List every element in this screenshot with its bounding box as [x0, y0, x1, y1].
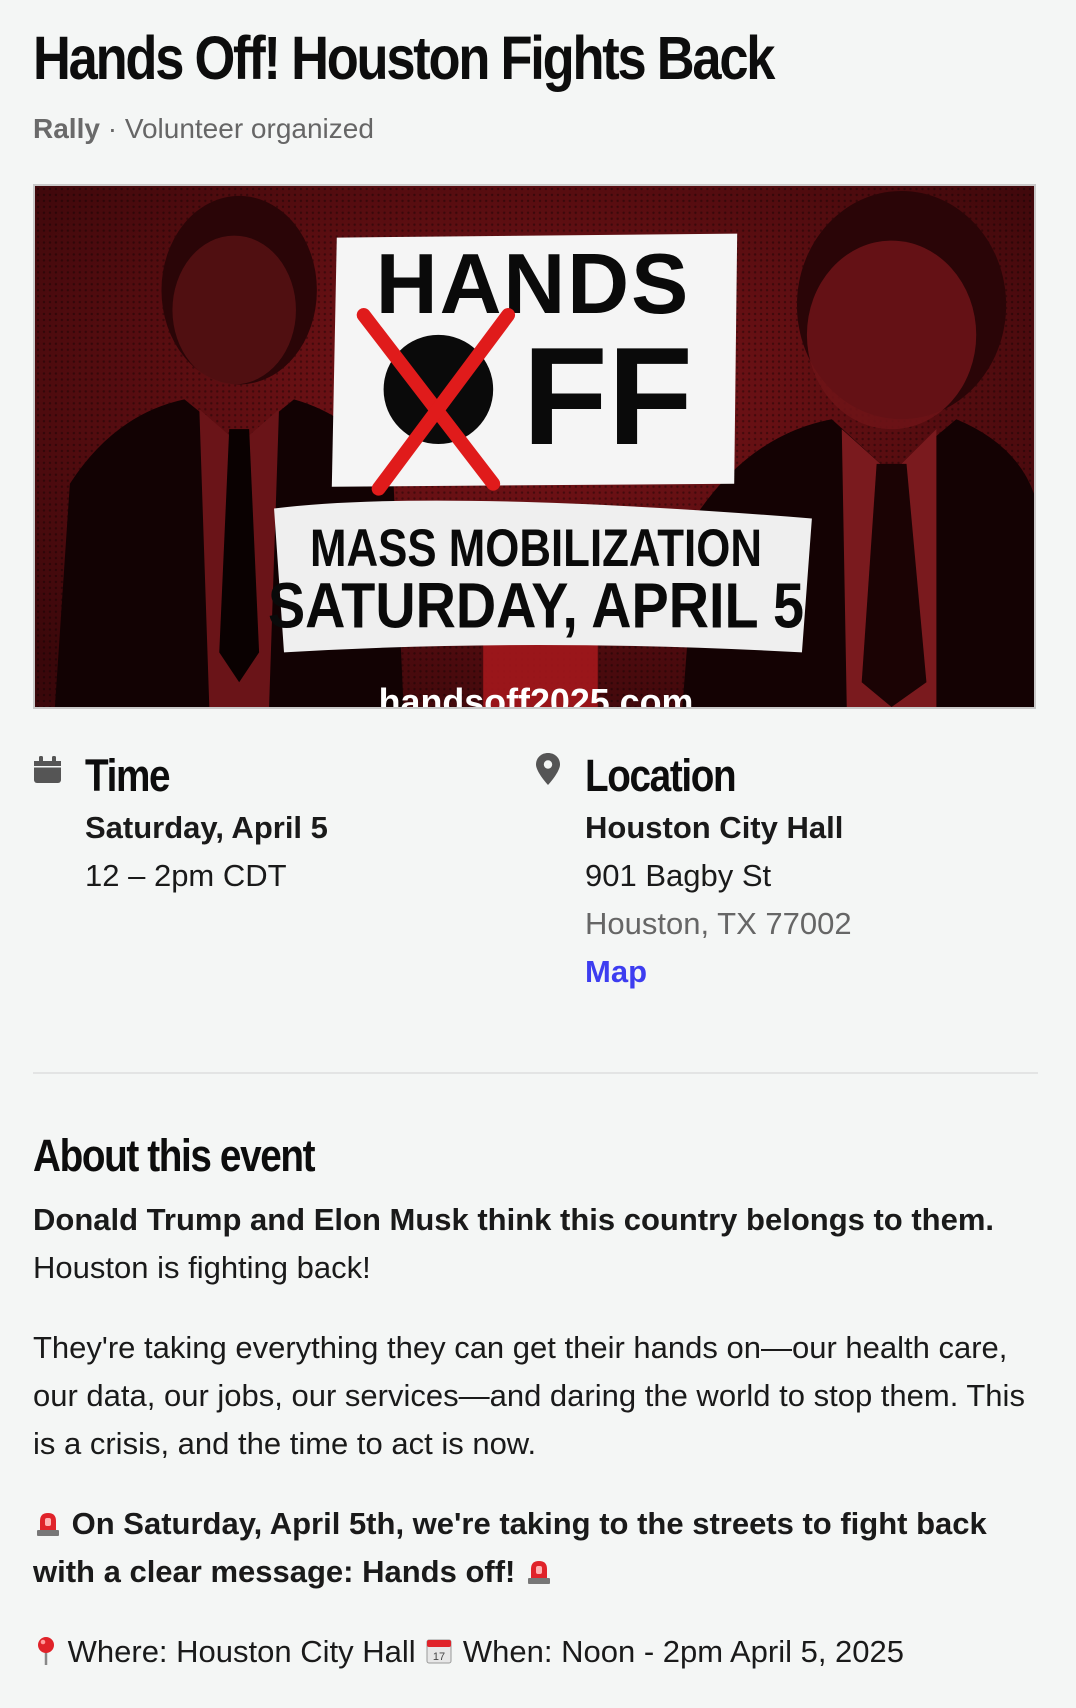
calendar-emoji-icon: 17 [426, 1639, 452, 1664]
venue-street: 901 Bagby St [585, 858, 772, 893]
map-pin-icon [536, 753, 560, 785]
event-meta: Rally · Volunteer organized [33, 111, 374, 147]
venue-name: Houston City Hall [585, 810, 844, 845]
about-call-to-action: On Saturday, April 5th, we're taking to … [33, 1506, 987, 1589]
about-paragraph-2: They're taking everything they can get t… [33, 1330, 1025, 1461]
about-when: When: Noon - 2pm April 5, 2025 [462, 1634, 905, 1669]
location-heading: Location [585, 750, 737, 801]
about-heading: About this event [33, 1130, 316, 1181]
event-hours: 12 – 2pm CDT [85, 858, 287, 893]
about-lead-rest: Houston is fighting back! [33, 1250, 371, 1285]
section-divider [33, 1072, 1038, 1074]
siren-icon [37, 1512, 59, 1536]
meta-separator: · [107, 113, 118, 144]
event-type: Rally [33, 113, 100, 144]
calendar-icon [34, 756, 61, 783]
banner-line-2: SATURDAY, APRIL 5 [268, 570, 804, 641]
svg-text:17: 17 [433, 1651, 445, 1663]
about-description: Donald Trump and Elon Musk think this co… [33, 1196, 1043, 1708]
event-organizer: Volunteer organized [124, 113, 374, 144]
time-heading: Time [85, 750, 171, 801]
venue-city: Houston, TX 77002 [585, 906, 852, 941]
siren-icon [528, 1560, 550, 1584]
banner-line-1: MASS MOBILIZATION [310, 519, 762, 578]
event-date: Saturday, April 5 [85, 810, 328, 845]
about-paragraph-3: On Saturday, April 5th, we're taking to … [33, 1500, 1043, 1596]
event-hero-image: HANDS FF MASS MOBILIZATION SATURDAY, APR… [33, 184, 1036, 709]
map-link[interactable]: Map [585, 948, 1025, 996]
about-paragraph-4: Where: Houston City Hall 17 When: Noon -… [33, 1628, 1043, 1676]
hero-url: handsoff2025.com [379, 682, 694, 707]
sign-line-hands: HANDS [376, 237, 691, 332]
about-where: Where: Houston City Hall [67, 1634, 416, 1669]
event-title: Hands Off! Houston Fights Back [33, 24, 775, 92]
round-pushpin-icon [38, 1636, 54, 1665]
sign-line-ff: FF [523, 319, 693, 474]
about-paragraph-1: Donald Trump and Elon Musk think this co… [33, 1196, 1043, 1292]
about-lead: Donald Trump and Elon Musk think this co… [33, 1202, 995, 1237]
